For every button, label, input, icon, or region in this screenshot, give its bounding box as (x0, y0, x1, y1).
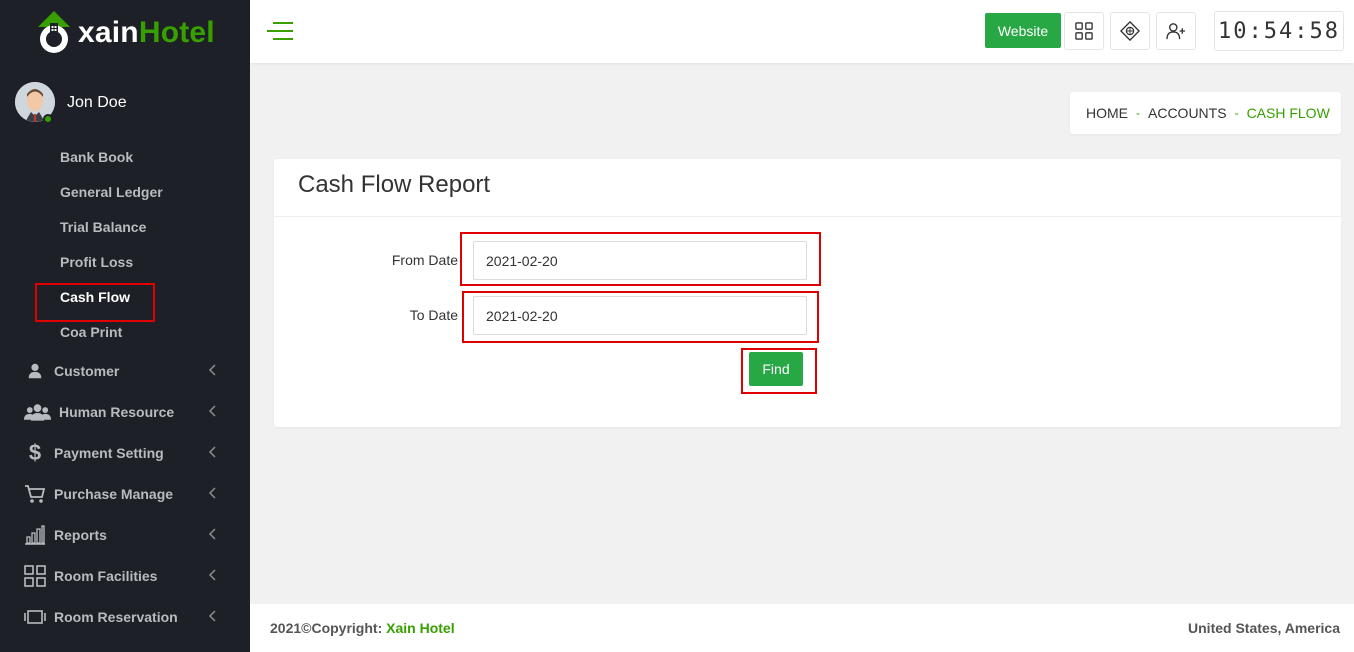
pos-icon (1120, 21, 1140, 41)
add-user-icon (1166, 23, 1185, 40)
online-status-dot (43, 114, 53, 124)
cart-icon (24, 483, 46, 505)
breadcrumb-current: CASH FLOW (1246, 105, 1330, 121)
sidebar-item-label: Payment Setting (54, 444, 164, 461)
digital-clock: 10:54:58 (1214, 11, 1344, 51)
to-date-label: To Date (409, 307, 458, 323)
from-date-input[interactable] (473, 241, 807, 280)
submenu-item-trial-balance[interactable]: Trial Balance (0, 210, 250, 245)
footer-copyright: 2021©Copyright: Xain Hotel (270, 620, 455, 636)
accounts-submenu: Bank Book General Ledger Trial Balance P… (0, 140, 250, 350)
to-date-input[interactable] (473, 296, 807, 335)
logo-text: xainHotel (78, 16, 215, 50)
menu-toggle-icon[interactable] (265, 19, 295, 43)
chevron-left-icon (208, 610, 216, 622)
users-icon (24, 401, 51, 423)
user-icon (24, 360, 46, 382)
website-button[interactable]: Website (985, 13, 1061, 48)
breadcrumb: HOME - ACCOUNTS - CASH FLOW (1070, 92, 1341, 134)
pos-button[interactable] (1110, 12, 1150, 50)
sidebar-item-room-facilities[interactable]: Room Facilities (0, 555, 250, 596)
chevron-left-icon (208, 446, 216, 458)
sidebar-item-human-resource[interactable]: Human Resource (0, 391, 250, 432)
dollar-icon: $ (28, 439, 42, 465)
breadcrumb-accounts[interactable]: ACCOUNTS (1148, 105, 1227, 121)
card-divider (274, 216, 1341, 217)
sidebar-item-room-reservation[interactable]: Room Reservation (0, 596, 250, 637)
logo-text-prefix: xain (78, 16, 139, 49)
grid-icon (24, 564, 46, 587)
sidebar-item-reports[interactable]: Reports (0, 514, 250, 555)
sidebar-item-label: Customer (54, 362, 120, 379)
submenu-item-bank-book[interactable]: Bank Book (0, 140, 250, 175)
footer: 2021©Copyright: Xain Hotel United States… (250, 604, 1354, 652)
from-date-label: From Date (391, 252, 458, 268)
sidebar: xainHotel Jon Doe Bank Book General Ledg… (0, 0, 250, 652)
footer-brand-link[interactable]: Xain Hotel (386, 620, 454, 636)
add-user-button[interactable] (1156, 12, 1196, 50)
breadcrumb-separator: - (1136, 106, 1140, 120)
sidebar-item-label: Purchase Manage (54, 485, 174, 502)
breadcrumb-home[interactable]: HOME (1086, 105, 1128, 121)
page-title: Cash Flow Report (298, 171, 491, 198)
breadcrumb-separator: - (1234, 106, 1239, 120)
submenu-item-coa-print[interactable]: Coa Print (0, 315, 250, 350)
chevron-left-icon (208, 528, 216, 540)
copyright-text: 2021©Copyright: (270, 620, 383, 636)
sidebar-item-purchase-manage[interactable]: Purchase Manage (0, 473, 250, 514)
cash-flow-report-card: Cash Flow Report From Date To Date Find (274, 159, 1341, 427)
sidebar-item-label: Human Resource (59, 403, 175, 420)
sidebar-item-label: Room Facilities (54, 567, 158, 584)
sidebar-item-customer[interactable]: Customer (0, 350, 250, 391)
reservation-icon (24, 606, 46, 628)
chevron-left-icon (208, 405, 216, 417)
chevron-left-icon (208, 487, 216, 499)
submenu-item-profit-loss[interactable]: Profit Loss (0, 245, 250, 280)
submenu-item-cash-flow[interactable]: Cash Flow (0, 280, 250, 315)
chevron-left-icon (208, 569, 216, 581)
sidebar-item-label: Reports (54, 526, 107, 543)
logo[interactable]: xainHotel (32, 8, 215, 58)
logo-text-accent: Hotel (138, 16, 215, 49)
submenu-item-general-ledger[interactable]: General Ledger (0, 175, 250, 210)
find-button[interactable]: Find (749, 352, 803, 386)
logo-house-icon (38, 11, 70, 53)
footer-location: United States, America (1188, 620, 1340, 636)
apps-grid-icon (1075, 22, 1093, 40)
chevron-left-icon (208, 364, 216, 376)
apps-grid-button[interactable] (1064, 12, 1104, 50)
top-header: Website 10:54:58 (250, 0, 1354, 63)
sidebar-nav: Customer Human Resource $ Payment Settin… (0, 350, 250, 637)
sidebar-item-label: Room Reservation (54, 608, 178, 625)
bar-chart-icon (24, 524, 46, 546)
sidebar-item-payment-setting[interactable]: $ Payment Setting (0, 432, 250, 473)
user-name: Jon Doe (67, 94, 127, 111)
